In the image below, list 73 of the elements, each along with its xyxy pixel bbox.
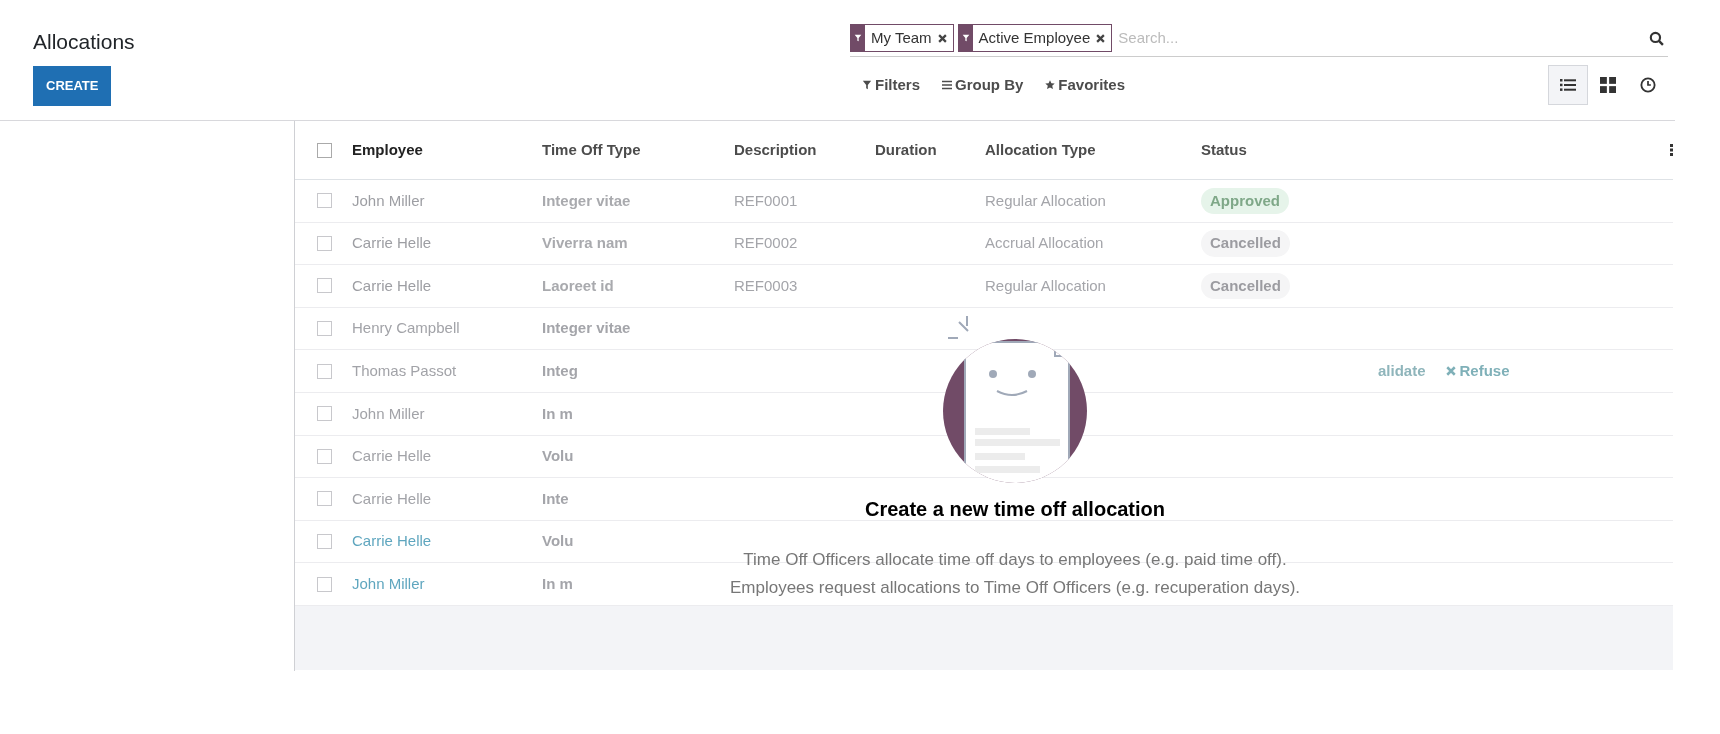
column-header[interactable]: Allocation Type [985,138,1201,162]
row-checkbox[interactable] [317,235,332,251]
description-cell-text: REF0003 [734,275,799,296]
search-option-button[interactable]: Favorites [1045,73,1126,97]
close-icon [1445,366,1456,377]
time-off-type-cell-text: Laoreet id [542,275,615,296]
description-cell-text: REF0001 [734,190,799,211]
employee-cell-text: Henry Campbell [352,318,461,339]
empty-state-text: Employees request allocations to Time Off Officers (e.g. recuperation days). [729,577,1301,599]
list-icon [1560,77,1576,93]
search-icon[interactable] [1649,30,1664,46]
filter-icon [862,80,872,90]
facet-label: My Team [870,27,933,48]
employee-cell-text: Thomas Passot [352,360,458,381]
row-checkbox[interactable] [317,491,332,507]
allocation-type-cell-text: Regular Allocation [985,190,1107,211]
grid-icon [1600,77,1616,93]
employee-cell-text: John Miller [352,573,426,594]
search-option-button[interactable]: Group By [942,73,1024,97]
row-checkbox[interactable] [317,321,332,337]
time-off-type-cell-text: In m [542,573,574,594]
time-off-type-cell-text: Viverra nam [542,233,629,254]
column-header[interactable]: Time Off Type [542,138,734,162]
close-icon[interactable] [937,33,947,43]
allocation-type-cell-text: Accrual Allocation [985,233,1105,254]
page-title: Allocations [33,29,135,55]
time-off-type-cell-text: Inte [542,488,570,509]
star-icon [1045,80,1056,90]
search-field[interactable]: Search... [1118,26,1645,50]
row-checkbox[interactable] [317,142,332,158]
status-badge: Cancelled [1201,230,1290,257]
description-cell-text: REF0002 [734,233,799,254]
filter-icon [854,34,862,42]
time-off-type-cell-text: Integ [542,360,579,381]
clock-icon [1640,77,1656,93]
filter-facet[interactable]: Active Employee [957,24,1113,52]
row-checkbox[interactable] [317,363,332,379]
time-off-type-cell-text: Volu [542,446,575,467]
filter-icon [961,34,970,42]
employee-cell-text: John Miller [352,190,426,211]
close-icon[interactable] [1096,33,1106,43]
menu-icon [942,80,952,90]
filter-facet[interactable]: My Team [850,24,954,52]
empty-state-title: Create a new time off allocation [864,497,1166,522]
facet-label: Active Employee [977,27,1092,48]
employee-cell-text: Carrie Helle [352,531,433,552]
more-options-icon[interactable] [1670,144,1673,156]
row-checkbox[interactable] [317,278,332,294]
status-badge: Cancelled [1201,272,1290,300]
row-checkbox[interactable] [317,406,332,422]
employee-cell-text: Carrie Helle [352,275,433,296]
time-off-type-cell-text: Integer vitae [542,190,632,211]
column-header[interactable]: Employee [352,138,542,162]
allocation-type-cell-text: Regular Allocation [985,275,1107,296]
row-checkbox[interactable] [317,534,332,550]
employee-cell-text: Carrie Helle [352,488,433,509]
employee-cell-text: John Miller [352,403,426,424]
time-off-type-cell-text: Integer vitae [542,318,632,339]
time-off-type-cell-text: Volu [542,531,575,552]
empty-state-text: Time Off Officers allocate time off days to employees (e.g. paid time off). [743,549,1287,571]
row-checkbox[interactable] [317,448,332,464]
column-header[interactable]: Status [1201,138,1673,162]
search-option-button[interactable]: Filters [862,73,920,97]
row-checkbox[interactable] [317,576,332,592]
view-switch-button[interactable] [1548,65,1588,105]
time-off-type-cell-text: In m [542,403,574,424]
employee-cell-text: Carrie Helle [352,446,433,467]
employee-cell-text: Carrie Helle [352,233,433,254]
row-checkbox[interactable] [317,193,332,209]
column-header[interactable]: Description [734,138,875,162]
status-badge: Approved [1201,187,1289,215]
column-header[interactable]: Duration [875,138,985,162]
create-button[interactable]: CREATE [33,65,112,106]
